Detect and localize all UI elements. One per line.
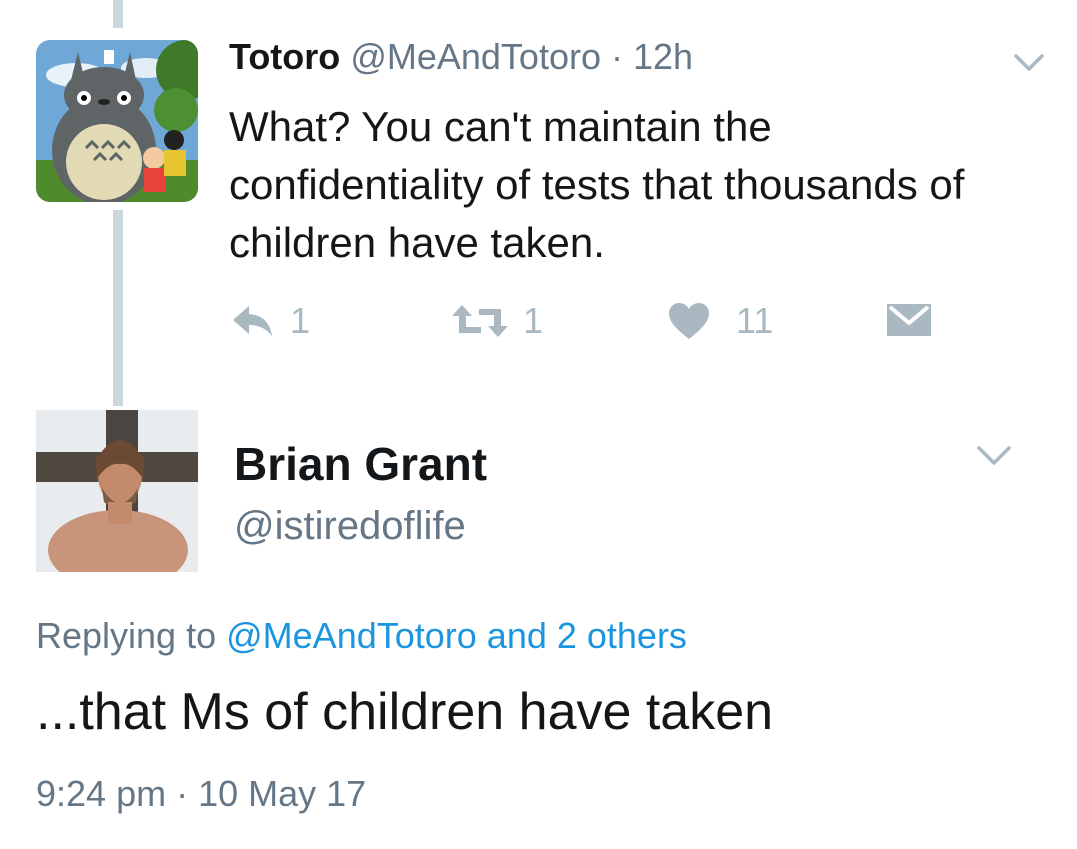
tweet-text: What? You can't maintain the confidentia… <box>229 98 964 272</box>
tweet-text-line: What? You can't maintain the <box>229 103 772 150</box>
reply-icon <box>233 306 272 336</box>
author-handle[interactable]: @MeAndTotoro <box>350 36 601 77</box>
retweet-icon <box>452 305 508 337</box>
header-separator: · <box>611 36 623 77</box>
retweet-count: 1 <box>523 300 544 341</box>
author-name[interactable]: Totoro <box>229 36 340 77</box>
reply-count: 1 <box>290 300 311 341</box>
reply-text: ...that Ms of children have taken <box>36 683 774 741</box>
chevron-down-icon[interactable] <box>1013 52 1045 74</box>
heart-icon <box>669 303 709 339</box>
reply-button[interactable]: 1 <box>230 300 310 342</box>
reply-timestamp[interactable]: 9:24 pm · 10 May 17 <box>36 772 366 816</box>
totoro-avatar-image <box>36 40 198 202</box>
tweet-text-line: confidentiality of tests that thousands … <box>229 161 965 208</box>
thread-line-top <box>113 0 123 28</box>
replying-to-label: Replying to <box>36 615 217 656</box>
avatar-brian-grant[interactable] <box>36 410 198 572</box>
tweet-header: Totoro @MeAndTotoro · 12h <box>229 36 693 78</box>
direct-message-button[interactable] <box>885 302 933 338</box>
author-name[interactable]: Brian Grant <box>234 438 487 490</box>
replying-to: Replying to @MeAndTotoro and 2 others <box>36 614 687 658</box>
tweet-time[interactable]: 12h <box>633 36 693 77</box>
chevron-down-icon[interactable] <box>976 444 1012 468</box>
thread-line-middle <box>113 210 123 406</box>
brian-avatar-image <box>36 410 198 572</box>
replying-to-link[interactable]: @MeAndTotoro and 2 others <box>226 615 687 656</box>
like-button[interactable]: 11 <box>668 300 773 342</box>
retweet-button[interactable]: 1 <box>451 300 543 342</box>
like-count: 11 <box>736 300 774 341</box>
envelope-icon <box>887 304 931 336</box>
avatar-totoro[interactable] <box>36 40 198 202</box>
tweet-text-line: children have taken. <box>229 219 605 266</box>
author-handle[interactable]: @istiredoflife <box>234 502 466 550</box>
